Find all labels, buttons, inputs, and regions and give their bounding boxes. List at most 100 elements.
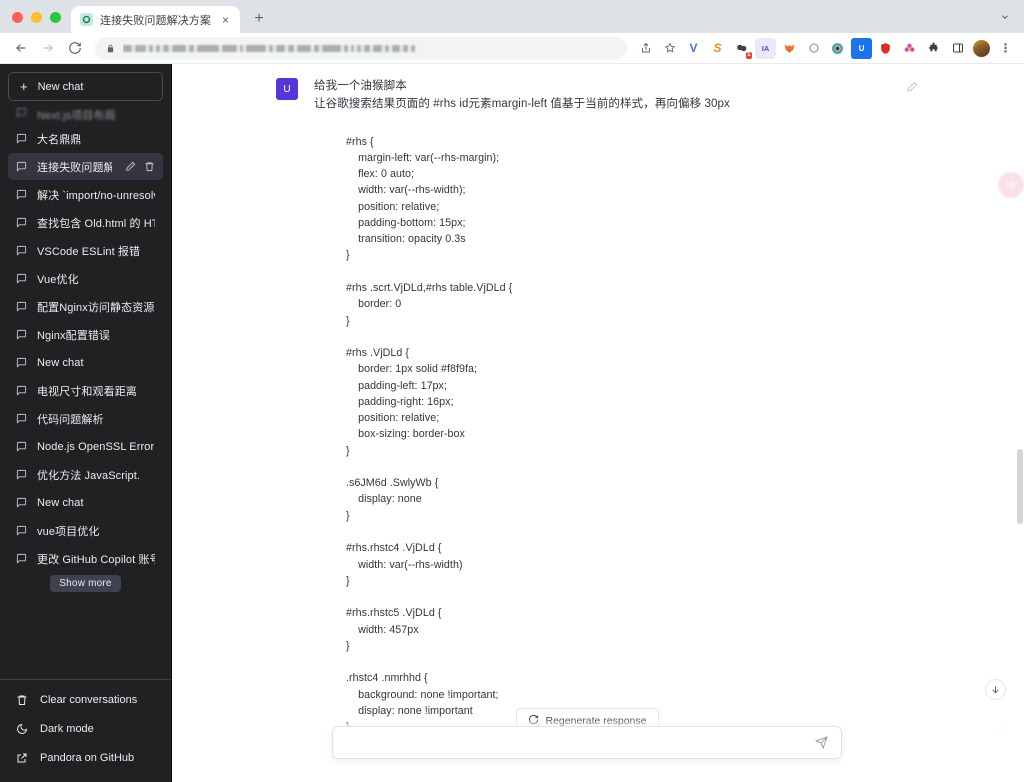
chat-bubble-icon [16, 245, 28, 256]
maximize-window-button[interactable] [50, 12, 61, 23]
user-message-line: 让谷歌搜索结果页面的 #rhs id元素margin-left 值基于当前的样式… [314, 97, 730, 110]
delete-icon[interactable] [144, 161, 155, 172]
list-item[interactable]: 更改 GitHub Copilot 账号 [8, 545, 163, 572]
address-bar-url [123, 44, 616, 53]
list-item-label: 查找包含 Old.html 的 HTML. [37, 217, 155, 230]
scroll-to-bottom-button[interactable] [985, 679, 1006, 700]
list-item[interactable]: 代码问题解析 [8, 405, 163, 432]
extension-s-icon[interactable]: S [707, 38, 728, 59]
new-tab-button[interactable]: + [246, 6, 272, 32]
extension-shield-red-icon[interactable] [875, 38, 896, 59]
browser-toolbar: V S 1 IA U ⋮ [0, 33, 1024, 64]
list-item-label: New chat [37, 356, 84, 369]
extension-colorwheel-icon[interactable] [827, 38, 848, 59]
extension-fox-icon[interactable] [779, 38, 800, 59]
show-more-button[interactable]: Show more [50, 575, 121, 592]
avatar[interactable] [971, 38, 992, 59]
address-bar[interactable] [95, 36, 627, 60]
list-item[interactable]: Nginx配置错误 [8, 321, 163, 348]
chat-bubble-icon [16, 357, 28, 368]
sidepanel-icon[interactable] [947, 38, 968, 59]
list-item[interactable]: New chat [8, 489, 163, 516]
user-message-body: 给我一个油猴脚本 让谷歌搜索结果页面的 #rhs id元素margin-left… [314, 78, 890, 114]
extension-badge-count: 1 [745, 51, 752, 59]
chat-bubble-icon [16, 161, 28, 172]
toolbar-icon-group: V S 1 IA U ⋮ [635, 37, 1016, 59]
bookmark-star-icon[interactable] [659, 38, 680, 59]
chat-bubble-icon [16, 189, 28, 200]
extension-ia-icon[interactable]: IA [755, 37, 776, 59]
sidebar-item-active-conversation[interactable]: 连接失败问题解决方案 [8, 153, 163, 180]
close-icon[interactable]: × [218, 12, 233, 27]
sidebar: + New chat Next.js项目布局 大名鼎鼎 连接失败问题解 解决 `… [0, 64, 172, 782]
pandora-github-link[interactable]: Pandora on GitHub [8, 744, 163, 772]
chat-bubble-icon [16, 217, 28, 228]
edit-icon[interactable] [125, 161, 136, 172]
list-item-label: 大名鼎鼎 [37, 133, 82, 146]
show-more-container: Show more [8, 573, 163, 596]
chat-bubble-icon [16, 525, 28, 536]
send-icon[interactable] [815, 736, 829, 749]
list-item-label: 解决 `import/no-unresolved` [37, 189, 155, 202]
minimize-window-button[interactable] [31, 12, 42, 23]
chatgpt-favicon [80, 13, 93, 26]
extensions-puzzle-icon[interactable] [923, 38, 944, 59]
conversation-list: Next.js项目布局 大名鼎鼎 连接失败问题解决方案 [0, 107, 171, 679]
list-item[interactable]: vue项目优化 [8, 517, 163, 544]
chat-bubble-icon [16, 301, 28, 312]
chat-main: U 给我一个油猴脚本 让谷歌搜索结果页面的 #rhs id元素margin-le… [172, 64, 1024, 782]
user-message: U 给我一个油猴脚本 让谷歌搜索结果页面的 #rhs id元素margin-le… [268, 64, 928, 122]
composer[interactable] [332, 726, 842, 759]
browser-tab[interactable]: 连接失败问题解决方案 × [71, 6, 240, 33]
list-item[interactable]: 优化方法 JavaScript. [8, 461, 163, 488]
list-item[interactable]: Next.js项目布局 [8, 107, 163, 124]
clear-conversations-button[interactable]: Clear conversations [8, 686, 163, 714]
chat-bubble-icon [16, 497, 28, 508]
chat-bubble-icon [16, 469, 28, 480]
browser-tab-title: 连接失败问题解决方案 [100, 14, 211, 27]
list-item-label: Next.js项目布局 [37, 110, 116, 122]
clear-conversations-label: Clear conversations [40, 694, 138, 706]
scrollbar[interactable] [1015, 64, 1024, 782]
list-item[interactable]: New chat [8, 349, 163, 376]
sidebar-footer: Clear conversations Dark mode Pandora on… [0, 679, 171, 782]
reload-button[interactable] [62, 36, 87, 61]
message-thread: U 给我一个油猴脚本 让谷歌搜索结果页面的 #rhs id元素margin-le… [172, 64, 1024, 782]
list-item-label: Nginx配置错误 [37, 329, 111, 342]
list-item[interactable]: 解决 `import/no-unresolved` [8, 181, 163, 208]
browser-menu-icon[interactable]: ⋮ [995, 38, 1016, 59]
list-item-label: 连接失败问题解决方案 [37, 161, 112, 174]
browser-tabstrip: 连接失败问题解决方案 × + [0, 0, 1024, 33]
edit-icon[interactable] [906, 78, 920, 114]
extension-dark-icon[interactable]: 1 [731, 38, 752, 59]
list-item[interactable]: VSCode ESLint 报错 [8, 237, 163, 264]
lock-icon [106, 44, 116, 53]
list-item-label: 代码问题解析 [37, 413, 104, 426]
share-icon[interactable] [635, 38, 656, 59]
list-item[interactable]: Vue优化 [8, 265, 163, 292]
window-traffic-lights [8, 12, 71, 33]
list-item[interactable]: 查找包含 Old.html 的 HTML. [8, 209, 163, 236]
avatar: U [276, 78, 298, 100]
list-item[interactable]: 电视尺寸和观看距离 [8, 377, 163, 404]
dark-mode-button[interactable]: Dark mode [8, 715, 163, 743]
list-item[interactable]: Node.js OpenSSL Error [8, 433, 163, 460]
new-chat-button[interactable]: + New chat [8, 72, 163, 101]
list-item[interactable]: 配置Nginx访问静态资源 [8, 293, 163, 320]
extension-circle-icon[interactable] [803, 38, 824, 59]
external-link-icon [16, 752, 29, 764]
extension-shield-blue-icon[interactable]: U [851, 37, 872, 59]
list-item[interactable]: 大名鼎鼎 [8, 125, 163, 152]
chevron-down-icon[interactable] [994, 6, 1016, 28]
chat-bubble-icon [16, 273, 28, 284]
scrollbar-thumb[interactable] [1017, 449, 1023, 524]
chat-bubble-icon [16, 133, 28, 144]
extension-v-icon[interactable]: V [683, 38, 704, 59]
composer-container [172, 718, 1024, 782]
forward-button[interactable] [35, 36, 60, 61]
list-item-label: vue项目优化 [37, 525, 100, 538]
close-window-button[interactable] [12, 12, 23, 23]
extension-flower-icon[interactable] [899, 38, 920, 59]
chat-input[interactable] [345, 736, 815, 749]
back-button[interactable] [8, 36, 33, 61]
